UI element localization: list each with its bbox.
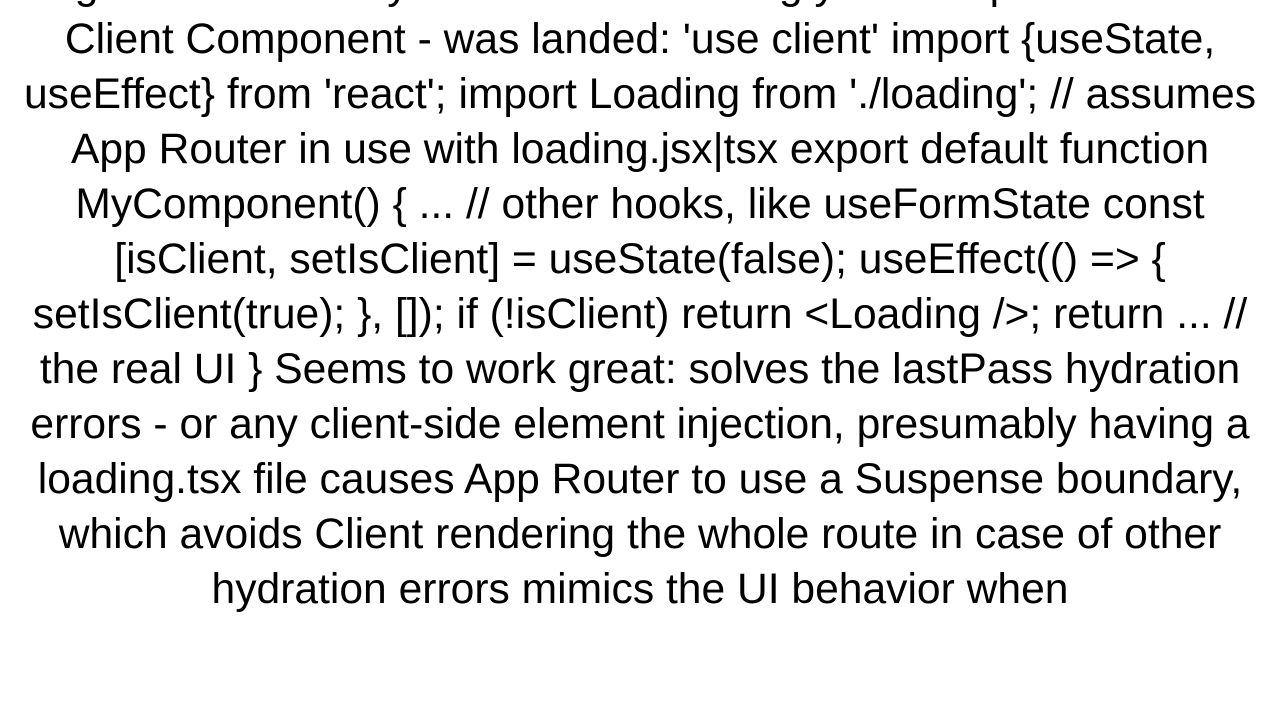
body-text: elegant solution - if you don't mind for…: [0, 0, 1280, 617]
